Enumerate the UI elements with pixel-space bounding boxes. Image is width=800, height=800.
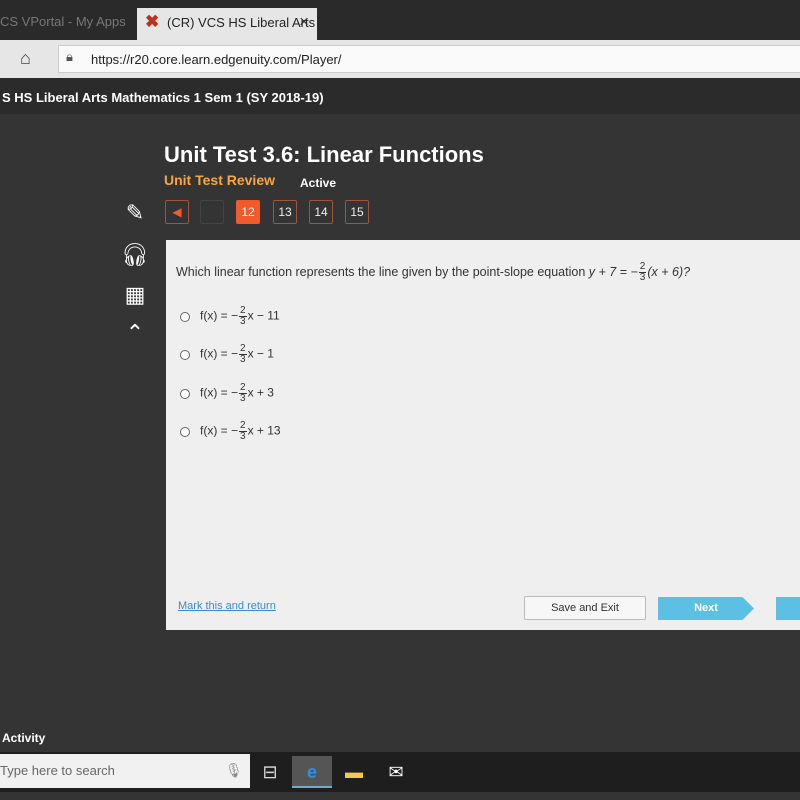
radio-button[interactable] bbox=[180, 311, 190, 322]
mark-and-return-link[interactable]: Mark this and return bbox=[178, 600, 276, 612]
question-panel: Which linear function represents the lin… bbox=[166, 240, 800, 630]
page-13-button[interactable]: 13 bbox=[273, 200, 297, 224]
answer-option[interactable]: f(x) = −2 3 x − 1 bbox=[180, 344, 274, 365]
home-icon[interactable]: ⌂ bbox=[20, 48, 31, 69]
pencil-icon[interactable]: ✎ bbox=[118, 200, 152, 230]
hidden-page-button bbox=[200, 200, 224, 224]
save-and-exit-button[interactable]: Save and Exit bbox=[524, 596, 646, 620]
answer-option[interactable]: f(x) = −2 3 x − 11 bbox=[180, 306, 280, 327]
submit-button[interactable] bbox=[776, 597, 800, 620]
calculator-icon[interactable]: ▦ bbox=[118, 282, 152, 312]
headphones-icon[interactable]: 🎧︎ bbox=[118, 242, 152, 272]
radio-button[interactable] bbox=[180, 388, 190, 399]
next-button[interactable]: Next bbox=[658, 597, 754, 620]
activity-label: Activity bbox=[2, 731, 46, 745]
course-title: S HS Liberal Arts Mathematics 1 Sem 1 (S… bbox=[0, 78, 800, 114]
answer-option[interactable]: f(x) = −2 3 x + 13 bbox=[180, 421, 281, 442]
question-text: Which linear function represents the lin… bbox=[176, 261, 691, 283]
mail-icon[interactable]: ✉ bbox=[376, 756, 416, 788]
url-input[interactable]: https://r20.core.learn.edgenuity.com/Pla… bbox=[58, 45, 800, 73]
collapse-icon[interactable]: ⌃ bbox=[118, 320, 152, 350]
answer-option[interactable]: f(x) = −2 3 x + 3 bbox=[180, 383, 274, 404]
tab-label: (CR) VCS HS Liberal Arts bbox=[167, 15, 316, 30]
prev-button[interactable]: ◀ bbox=[165, 200, 189, 224]
task-view-icon[interactable]: ⊟ bbox=[250, 756, 290, 788]
page-14-button[interactable]: 14 bbox=[309, 200, 333, 224]
page-12-button[interactable]: 12 bbox=[236, 200, 260, 224]
close-icon[interactable]: × bbox=[299, 12, 309, 32]
file-explorer-icon[interactable]: ▬ bbox=[334, 756, 374, 788]
taskbar-search-input[interactable]: Type here to search bbox=[0, 754, 250, 788]
page-15-button[interactable]: 15 bbox=[345, 200, 369, 224]
lock-icon: 🔒︎ bbox=[66, 49, 73, 64]
edgenuity-icon: ✖ bbox=[145, 12, 160, 31]
tab-course[interactable]: ✖ (CR) VCS HS Liberal Arts × bbox=[137, 8, 317, 40]
page-title: Unit Test 3.6: Linear Functions bbox=[164, 142, 484, 167]
microphone-icon[interactable]: 🎙︎ bbox=[225, 762, 243, 779]
radio-button[interactable] bbox=[180, 426, 190, 437]
status-label: Active bbox=[300, 176, 337, 190]
tab-vportal[interactable]: CS VPortal - My Apps bbox=[0, 8, 135, 38]
page-subtitle: Unit Test Review bbox=[164, 172, 275, 188]
edge-icon[interactable]: e bbox=[292, 756, 332, 788]
radio-button[interactable] bbox=[180, 349, 190, 360]
